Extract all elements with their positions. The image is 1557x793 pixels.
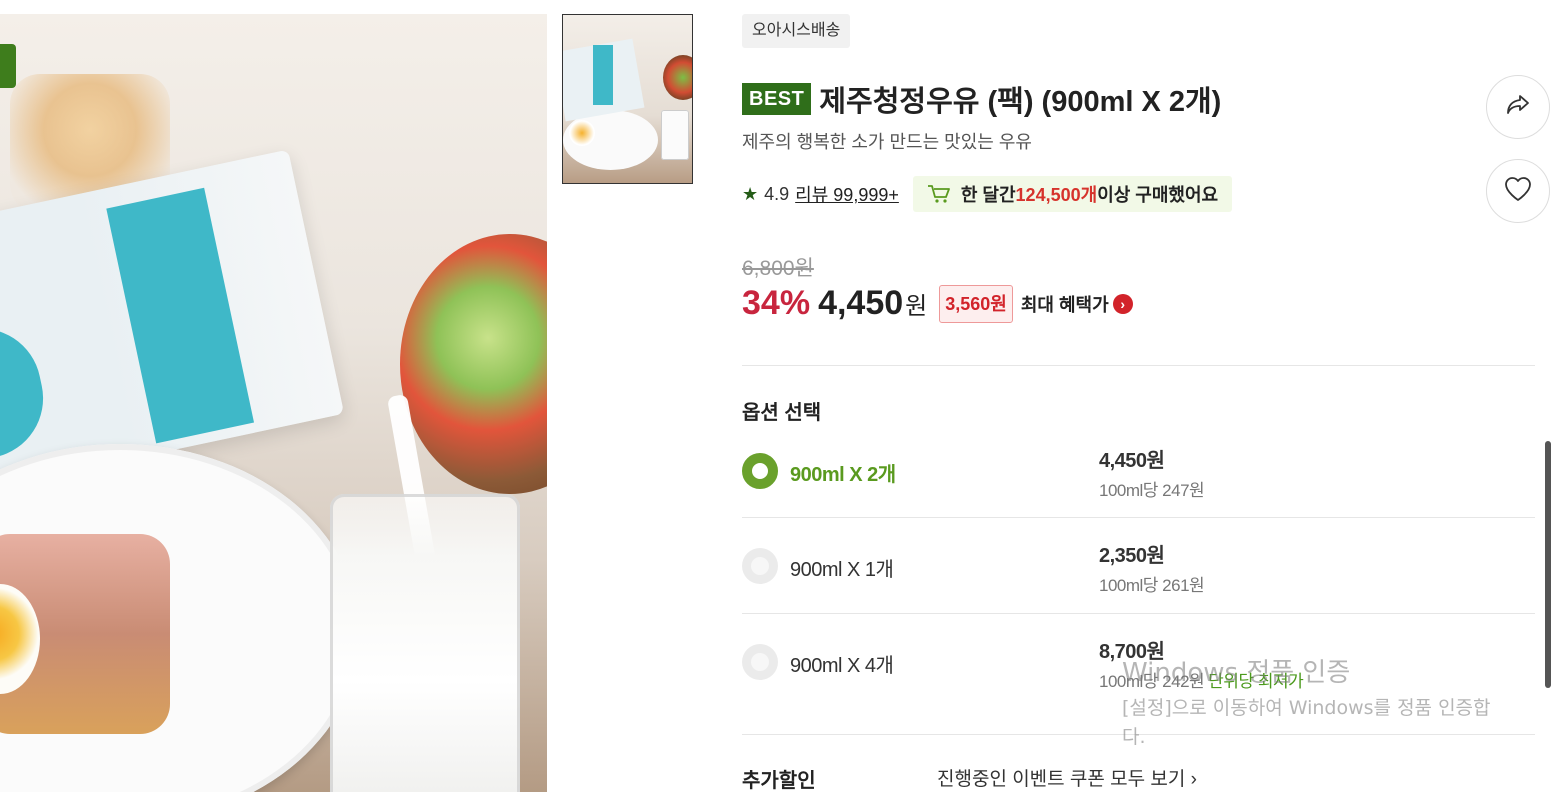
title-row: BEST 제주청정우유 (팩) (900ml X 2개) (742, 78, 1221, 120)
divider (742, 365, 1535, 366)
price-row: 34% 4,450 원 3,560원 최대 혜택가 › (742, 284, 1133, 323)
currency-unit: 원 (905, 293, 928, 320)
radio-unselected[interactable] (742, 548, 778, 584)
heart-icon (1504, 176, 1532, 207)
divider (742, 517, 1535, 518)
milk-carton-graphic (0, 149, 345, 489)
option-label: 900ml X 4개 (790, 655, 894, 677)
additional-discount-label: 추가할인 (742, 770, 816, 792)
options-scrollbar[interactable] (1545, 441, 1551, 688)
divider (742, 734, 1535, 735)
purchase-suffix: 이상 구매했어요 (1097, 185, 1219, 205)
option-label: 900ml X 2개 (790, 464, 896, 486)
product-main-image (0, 14, 547, 792)
option-price: 2,350원 (1099, 545, 1165, 567)
product-title: 제주청정우유 (팩) (900ml X 2개) (819, 86, 1222, 118)
option-unit-price: 100ml당 247원 (1099, 481, 1205, 500)
discount-rate: 34% (742, 284, 811, 322)
option-unit-price: 100ml당 242원 단위당 최저가 (1099, 672, 1304, 691)
radio-selected[interactable] (742, 453, 778, 489)
share-icon (1505, 93, 1531, 122)
chevron-right-icon[interactable]: › (1112, 293, 1133, 314)
divider (742, 613, 1535, 614)
salad-bowl-graphic (400, 234, 547, 494)
lowest-unit-price-badge: 단위당 최저가 (1208, 672, 1304, 691)
sale-price: 4,450 (818, 284, 904, 322)
best-badge: BEST (742, 83, 812, 115)
coupon-list-link[interactable]: 진행중인 이벤트 쿠폰 모두 보기 › (937, 764, 1197, 791)
cart-icon (927, 184, 951, 204)
coupon-price[interactable]: 3,560원 (939, 284, 1013, 323)
option-price: 8,700원 (1099, 641, 1165, 663)
share-button[interactable] (1486, 75, 1550, 139)
option-unit-price: 100ml당 261원 (1099, 576, 1205, 595)
milk-glass-graphic (330, 494, 520, 792)
product-subtitle: 제주의 행복한 소가 만드는 맛있는 우유 (742, 132, 1032, 152)
option-row[interactable]: 900ml X 4개 8,700원 100ml당 242원 단위당 최저가 (742, 625, 1535, 719)
purchase-count-box: 한 달간 124,500개 이상 구매했어요 (912, 176, 1233, 212)
radio-unselected[interactable] (742, 644, 778, 680)
image-badge (0, 44, 16, 88)
star-icon: ★ (742, 183, 759, 204)
option-row[interactable]: 900ml X 1개 2,350원 100ml당 261원 (742, 529, 1535, 623)
wishlist-button[interactable] (1486, 159, 1550, 223)
review-row: ★ 4.9 리뷰 99,999+ 한 달간 124,500개 이상 구매했어요 (742, 176, 1233, 212)
product-thumbnail[interactable] (562, 14, 693, 184)
review-link[interactable]: 리뷰 99,999+ (795, 181, 899, 207)
option-price: 4,450원 (1099, 450, 1165, 472)
options-header: 옵션 선택 (742, 402, 822, 424)
option-label: 900ml X 1개 (790, 559, 894, 581)
delivery-tag: 오아시스배송 (742, 14, 851, 48)
purchase-prefix: 한 달간 (960, 185, 1016, 205)
option-row[interactable]: 900ml X 2개 4,450원 100ml당 247원 (742, 434, 1535, 528)
purchase-count: 124,500개 (1015, 185, 1098, 205)
max-benefit-label[interactable]: 최대 혜택가 (1021, 291, 1109, 317)
original-price: 6,800원 (742, 257, 814, 280)
rating-value: 4.9 (764, 183, 790, 204)
